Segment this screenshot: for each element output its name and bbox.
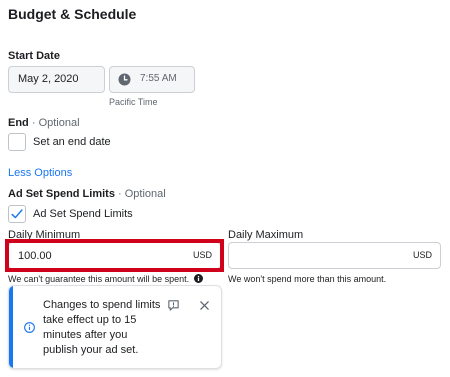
end-label: End · Optional [8,117,80,129]
feedback-icon[interactable] [167,299,180,312]
daily-minimum-note-text: We can't guarantee this amount will be s… [8,274,190,284]
checkmark-icon [11,209,23,219]
daily-minimum-note: We can't guarantee this amount will be s… [8,274,203,284]
clock-icon [118,73,131,86]
info-card-text: Changes to spend limits take effect up t… [43,299,161,356]
info-circle-icon[interactable] [193,274,203,283]
timezone-label: Pacific Time [109,97,158,107]
end-date-checkbox-label: Set an end date [33,136,111,148]
start-time-value: 7:55 AM [140,73,177,84]
spend-limits-optional-text: · Optional [118,188,166,200]
daily-maximum-input[interactable]: USD [228,242,441,269]
end-optional-text: · Optional [31,117,80,129]
daily-minimum-highlight [5,239,224,272]
info-circle-icon [24,322,35,333]
spend-limits-checkbox[interactable] [8,205,26,223]
end-date-checkbox[interactable] [8,133,26,151]
section-title: Budget & Schedule [8,6,137,22]
end-label-text: End [8,117,29,129]
spend-limits-label: Ad Set Spend Limits [8,188,115,200]
info-card: Changes to spend limits take effect up t… [8,285,222,369]
start-date-value: May 2, 2020 [18,73,79,85]
start-time-input[interactable]: 7:55 AM [109,66,195,93]
info-card-accent-bar [9,286,13,368]
spend-limits-checkbox-label: Ad Set Spend Limits [33,208,133,220]
less-options-link[interactable]: Less Options [8,167,72,179]
close-icon[interactable] [199,300,210,311]
start-date-label: Start Date [8,50,60,62]
start-date-input[interactable]: May 2, 2020 [8,66,105,93]
daily-maximum-note: We won't spend more than this amount. [228,274,387,284]
daily-maximum-currency: USD [412,250,432,260]
spend-limits-heading: Ad Set Spend Limits · Optional [8,188,166,200]
daily-maximum-label: Daily Maximum [228,229,304,241]
